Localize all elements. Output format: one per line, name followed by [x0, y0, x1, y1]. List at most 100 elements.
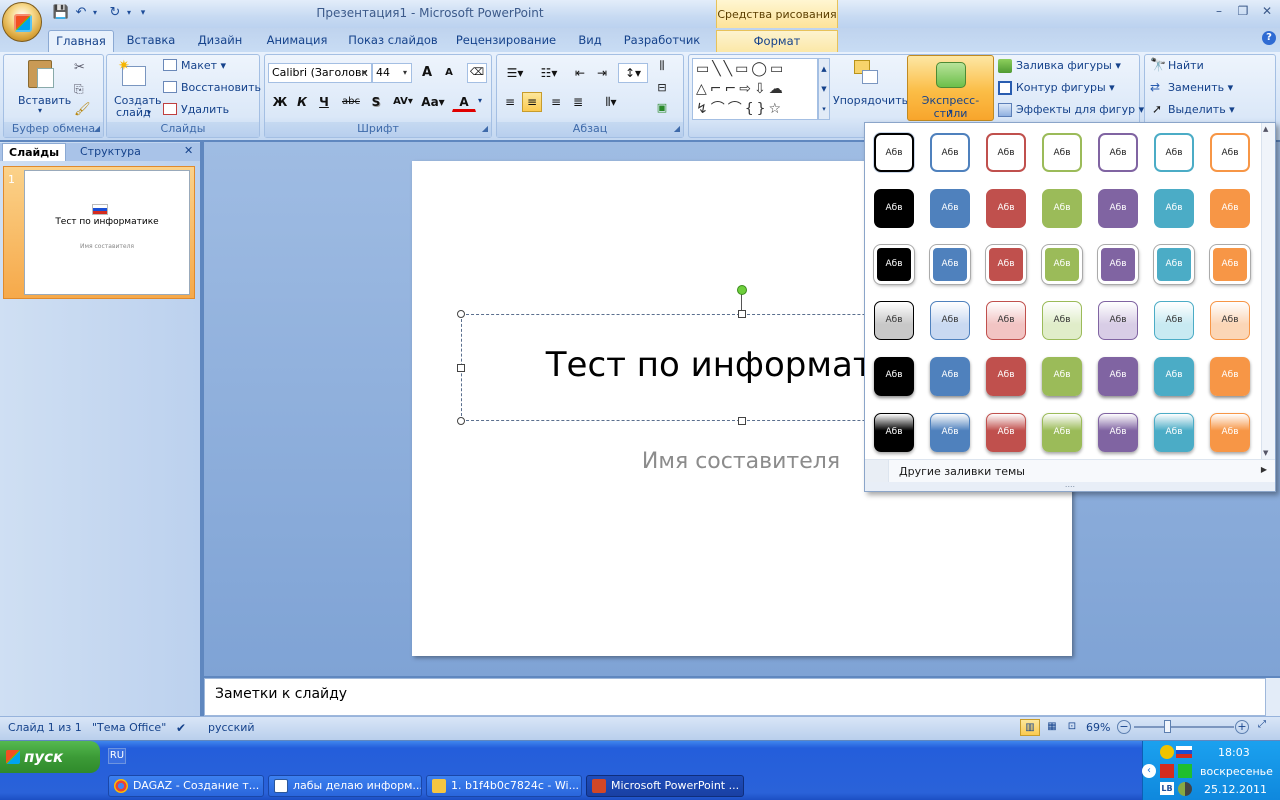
shape-style-swatch[interactable]: Абв [1098, 301, 1138, 340]
notes-pane[interactable]: Заметки к слайду [204, 678, 1266, 716]
shape-style-swatch[interactable]: Абв [930, 357, 970, 396]
close-icon[interactable]: ✕ [1256, 4, 1278, 22]
zoom-out-icon[interactable]: − [1117, 720, 1131, 734]
tray-app-icon[interactable] [1160, 745, 1174, 759]
shape-style-swatch[interactable]: Абв [930, 245, 970, 284]
minimize-icon[interactable]: – [1208, 4, 1230, 22]
shape-outline-button[interactable]: Контур фигуры ▾ [1016, 81, 1115, 94]
decrease-indent-icon[interactable]: ⇤ [570, 63, 590, 83]
task-powerpoint[interactable]: Microsoft PowerPoint ... [586, 775, 744, 797]
line-spacing-icon[interactable]: ↕▾ [618, 63, 648, 83]
start-button[interactable]: пуск [0, 741, 100, 773]
shape-style-swatch[interactable]: Абв [1210, 133, 1250, 172]
shape-style-swatch[interactable]: Абв [1042, 357, 1082, 396]
resize-handle[interactable] [457, 417, 465, 425]
shape-style-swatch[interactable]: Абв [1154, 301, 1194, 340]
paste-button[interactable]: Вставить [18, 94, 71, 107]
char-spacing-button[interactable]: AV▾ [390, 92, 416, 112]
underline-button[interactable]: Ч [314, 92, 334, 112]
shape-style-swatch[interactable]: Абв [986, 189, 1026, 228]
align-text-icon[interactable]: ⊟ [652, 78, 672, 98]
tray-flag-icon[interactable] [1176, 746, 1192, 758]
spellcheck-icon[interactable]: ✔ [176, 721, 186, 735]
task-word[interactable]: лабы делаю информ... [268, 775, 422, 797]
smartart-icon[interactable]: ▣ [652, 98, 672, 118]
shape-style-swatch[interactable]: Абв [1210, 245, 1250, 284]
shape-style-swatch[interactable]: Абв [1042, 189, 1082, 228]
task-chrome[interactable]: DAGAZ - Создание т... [108, 775, 264, 797]
bullets-icon[interactable]: ☰▾ [500, 63, 530, 83]
increase-indent-icon[interactable]: ⇥ [592, 63, 612, 83]
select-button[interactable]: Выделить ▾ [1168, 103, 1235, 116]
tab-insert[interactable]: Вставка [120, 30, 182, 52]
shape-style-swatch[interactable]: Абв [930, 301, 970, 340]
language-indicator[interactable]: русский [208, 721, 255, 734]
tab-home[interactable]: Главная [48, 30, 114, 52]
change-case-button[interactable]: Aa▾ [420, 92, 446, 112]
shape-style-swatch[interactable]: Абв [874, 357, 914, 396]
zoom-level[interactable]: 69% [1086, 721, 1110, 734]
notes-scrollbar[interactable] [1266, 678, 1280, 716]
dialog-launcher-icon[interactable]: ◢ [94, 124, 100, 133]
shape-style-swatch[interactable]: Абв [1210, 357, 1250, 396]
tab-animation[interactable]: Анимация [260, 30, 334, 52]
shape-style-swatch[interactable]: Абв [874, 189, 914, 228]
find-button[interactable]: Найти [1168, 59, 1204, 72]
gallery-resize-grip[interactable]: .... [865, 481, 1275, 491]
task-explorer[interactable]: 1. b1f4b0c7824c - Wi... [426, 775, 582, 797]
office-button[interactable] [2, 2, 42, 42]
shape-style-swatch[interactable]: Абв [1042, 413, 1082, 452]
justify-icon[interactable]: ≣ [568, 92, 588, 112]
tab-slideshow[interactable]: Показ слайдов [346, 30, 440, 52]
replace-button[interactable]: Заменить ▾ [1168, 81, 1233, 94]
shape-style-swatch[interactable]: Абв [1154, 357, 1194, 396]
restore-icon[interactable]: ❐ [1232, 4, 1254, 22]
shape-style-swatch[interactable]: Абв [1154, 245, 1194, 284]
shape-style-swatch[interactable]: Абв [1042, 133, 1082, 172]
align-left-icon[interactable]: ≡ [500, 92, 520, 112]
shape-style-swatch[interactable]: Абв [874, 301, 914, 340]
shape-style-swatch[interactable]: Абв [1154, 189, 1194, 228]
tray-expand-icon[interactable]: ‹ [1142, 764, 1156, 778]
tray-volume-icon[interactable] [1178, 782, 1192, 796]
columns-icon[interactable]: ⫴▾ [596, 92, 626, 112]
shape-style-swatch[interactable]: Абв [1098, 133, 1138, 172]
paste-icon[interactable] [26, 58, 56, 90]
new-slide-icon[interactable]: ✷ [118, 58, 148, 90]
shape-style-swatch[interactable]: Абв [930, 133, 970, 172]
slideshow-view-icon[interactable]: ⊡ [1062, 719, 1082, 736]
italic-button[interactable]: К [292, 92, 312, 112]
slide-thumbnail[interactable]: Тест по информатике Имя составителя [24, 170, 190, 295]
shape-style-swatch[interactable]: Абв [1154, 133, 1194, 172]
resize-handle[interactable] [457, 310, 465, 318]
font-color-button[interactable]: A [452, 92, 476, 112]
shapes-scroll[interactable]: ▲ ▼ ▾ [818, 58, 830, 120]
shape-effects-button[interactable]: Эффекты для фигур ▾ [1016, 103, 1144, 116]
resize-handle[interactable] [738, 310, 746, 318]
text-direction-icon[interactable]: ⫼ [652, 56, 672, 76]
shape-style-swatch[interactable]: Абв [1210, 189, 1250, 228]
align-right-icon[interactable]: ≡ [546, 92, 566, 112]
tab-outline[interactable]: Структура [74, 143, 147, 161]
shape-fill-button[interactable]: Заливка фигуры ▾ [1016, 59, 1121, 72]
shape-style-swatch[interactable]: Абв [874, 133, 914, 172]
slide-sorter-icon[interactable]: ▦ [1042, 719, 1062, 736]
panel-close-icon[interactable]: ✕ [184, 144, 193, 157]
help-icon[interactable]: ? [1262, 31, 1276, 45]
shape-style-swatch[interactable]: Абв [986, 245, 1026, 284]
zoom-slider-track[interactable] [1134, 726, 1234, 728]
tab-design[interactable]: Дизайн [192, 30, 248, 52]
layout-button[interactable]: Макет ▾ [181, 59, 226, 72]
arrange-button[interactable]: Упорядочить [833, 94, 908, 107]
shape-style-swatch[interactable]: Абв [1098, 413, 1138, 452]
delete-slide-button[interactable]: Удалить [181, 103, 229, 116]
shape-style-swatch[interactable]: Абв [1098, 245, 1138, 284]
tray-status-icon[interactable] [1178, 764, 1192, 778]
tray-security-icon[interactable] [1160, 764, 1174, 778]
cut-icon[interactable]: ✂ [74, 60, 85, 75]
tab-developer[interactable]: Разработчик [620, 30, 704, 52]
quick-styles-button[interactable]: Экспресс-стили ▾ [907, 55, 994, 121]
shape-style-swatch[interactable]: Абв [986, 301, 1026, 340]
language-bar[interactable]: RU [108, 748, 126, 764]
shape-style-swatch[interactable]: Абв [1042, 245, 1082, 284]
